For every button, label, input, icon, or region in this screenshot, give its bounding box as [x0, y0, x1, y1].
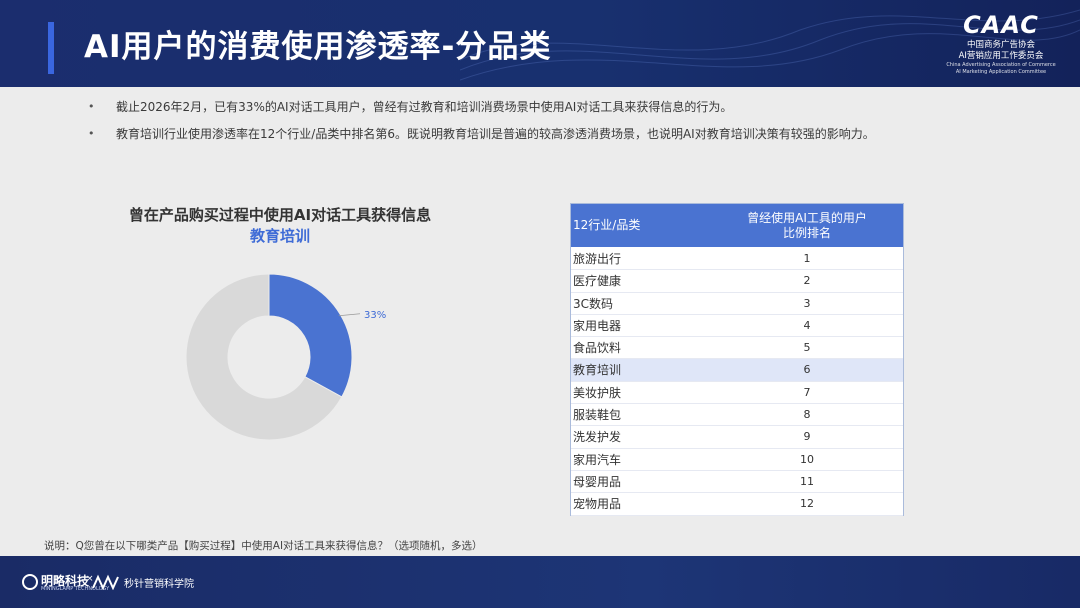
- table-body: 旅游出行 1 医疗健康 2 3C数码 3 家用电器 4 食品饮料 5 教育培训 6 美妆护肤 7 服装鞋包 8…: [571, 248, 903, 516]
- miaozhen-logo-icon: [92, 574, 119, 590]
- survey-note: 说明：Q您曾在以下哪类产品【购买过程】中使用AI对话工具来获得信息？（选项随机，…: [44, 540, 483, 552]
- rank-cell: 4: [803, 318, 811, 332]
- rank-cell: 10: [800, 452, 814, 466]
- slice-label-leader: [338, 313, 361, 317]
- category-cell: 食品饮料: [573, 341, 622, 356]
- rank-cell: 1: [803, 252, 811, 265]
- column-header-rank: 曾经使用AI工具的用户 比例排名: [721, 211, 893, 241]
- table-row: 3C数码 3: [571, 293, 903, 315]
- table-row: 服装鞋包 8: [571, 404, 903, 427]
- logo-en-committee: AI Marketing Application Committee: [955, 68, 1047, 75]
- category-cell: 旅游出行: [573, 252, 622, 266]
- rank-cell: 9: [803, 430, 811, 444]
- column-header-category: 12行业/品类: [573, 218, 641, 232]
- rank-cell: 5: [803, 341, 811, 355]
- mininglamp-logo-icon: [22, 574, 38, 590]
- footer-banner: 明略科技 MININGLAMP TECHNOLOGY × 秒针营销科学院: [0, 556, 1080, 608]
- category-cell: 美妆护肤: [573, 385, 622, 400]
- table-row: 洗发护发 9: [571, 426, 903, 449]
- logo-cn-committee: AI营销应用工作委员会: [958, 51, 1044, 61]
- donut-slice-highlight: [268, 273, 353, 398]
- bullet-item: • 截止2026年2月，已有33%的AI对话工具用户，曾经有过教育和培训消费场景…: [88, 100, 1050, 114]
- category-cell: 医疗健康: [573, 274, 622, 289]
- rank-cell: 8: [803, 408, 811, 422]
- chart-subtitle: 教育培训: [249, 227, 310, 245]
- category-cell: 洗发护发: [573, 430, 622, 445]
- category-cell: 宠物用品: [573, 497, 622, 512]
- rank-cell: 6: [803, 363, 811, 377]
- table-row: 家用汽车 10: [571, 449, 903, 471]
- bullet-marker: •: [88, 100, 95, 113]
- title-accent-bar: [48, 22, 54, 74]
- table-row: 母婴用品 11: [571, 471, 903, 494]
- page-title: AI用户的消费使用渗透率-分品类: [84, 29, 552, 65]
- category-cell: 3C数码: [573, 296, 614, 311]
- category-cell: 家用电器: [573, 318, 622, 333]
- table-row: 医疗健康 2: [571, 270, 903, 293]
- rank-cell: 3: [803, 296, 811, 310]
- header-banner: AI用户的消费使用渗透率-分品类 CAAC 中国商务广告协会 AI营销应用工作委…: [0, 0, 1080, 87]
- column-header-rank-line2: 比例排名: [782, 226, 831, 240]
- bullet-text: 教育培训行业使用渗透率在12个行业/品类中排名第6。既说明教育培训是普遍的较高渗…: [116, 127, 875, 141]
- rank-cell: 12: [800, 497, 814, 511]
- rank-cell: 2: [803, 274, 811, 288]
- table-row: 食品饮料 5: [571, 337, 903, 360]
- bullet-text: 截止2026年2月，已有33%的AI对话工具用户，曾经有过教育和培训消费场景中使…: [116, 100, 733, 114]
- donut-chart: 33%: [185, 273, 386, 441]
- column-header-rank-line1: 曾经使用AI工具的用户: [747, 211, 867, 225]
- footer-brand2: 秒针营销科学院: [124, 579, 194, 590]
- table-row: 宠物用品 12: [571, 493, 903, 516]
- rank-cell: 11: [800, 474, 814, 488]
- ranking-table: 12行业/品类 曾经使用AI工具的用户 比例排名 旅游出行 1 医疗健康 2 3C数码 3…: [570, 203, 904, 516]
- table-row: 旅游出行 1: [571, 248, 903, 271]
- bullet-marker: •: [88, 127, 95, 140]
- logo-cn-name: 中国商务广告协会: [966, 40, 1035, 50]
- category-cell: 家用汽车: [573, 452, 622, 467]
- table-row: 美妆护肤 7: [571, 382, 903, 405]
- rank-cell: 7: [803, 385, 811, 399]
- bullet-item: • 教育培训行业使用渗透率在12个行业/品类中排名第6。既说明教育培训是普遍的较…: [88, 127, 1050, 141]
- category-cell: 服装鞋包: [573, 408, 622, 423]
- table-row: 家用电器 4: [571, 315, 903, 338]
- slice-label: 33%: [364, 310, 386, 321]
- caac-logo: CAAC 中国商务广告协会 AI营销应用工作委员会 China Advertis…: [946, 10, 1056, 75]
- logo-mark: CAAC: [963, 11, 1039, 39]
- category-cell: 母婴用品: [573, 474, 622, 489]
- category-cell: 教育培训: [573, 363, 622, 378]
- table-row: 教育培训 6: [571, 359, 903, 382]
- chart-title: 曾在产品购买过程中使用AI对话工具获得信息: [128, 206, 432, 224]
- summary-bullets: • 截止2026年2月，已有33%的AI对话工具用户，曾经有过教育和培训消费场景…: [88, 100, 1050, 154]
- table-header: 12行业/品类 曾经使用AI工具的用户 比例排名: [571, 204, 903, 247]
